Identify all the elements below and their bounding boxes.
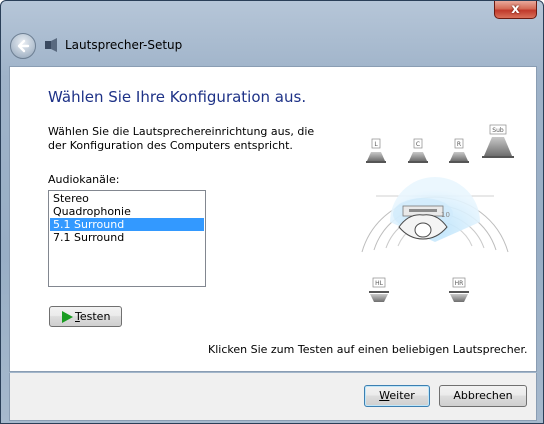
- speaker-label-left: L: [374, 141, 378, 148]
- back-arrow-icon: [17, 39, 30, 53]
- speaker-center[interactable]: C: [408, 138, 428, 163]
- speaker-layout-diagram: L C R Sub 10 HL HR: [361, 124, 514, 302]
- audio-channels-listbox[interactable]: Stereo Quadrophonie 5.1 Surround 7.1 Sur…: [48, 190, 206, 287]
- cancel-button[interactable]: Abbrechen: [439, 385, 527, 407]
- speaker-label-rear-left: HL: [375, 280, 384, 287]
- close-icon: x: [511, 2, 520, 17]
- speaker-label-rear-right: HR: [455, 280, 464, 287]
- speaker-label-subwoofer: Sub: [492, 127, 504, 134]
- content-panel: Wählen Sie Ihre Konfiguration aus. Wähle…: [9, 66, 537, 372]
- speaker-subwoofer[interactable]: Sub: [482, 124, 514, 158]
- list-item-quadrophonie[interactable]: Quadrophonie: [50, 205, 204, 218]
- list-item-stereo[interactable]: Stereo: [50, 192, 204, 205]
- dialog-window: x Lautsprecher-Setup Wählen Sie Ihre Kon…: [0, 0, 544, 424]
- window-title: Lautsprecher-Setup: [65, 38, 183, 52]
- speaker-app-icon: [45, 38, 57, 52]
- speaker-rear-right[interactable]: HR: [449, 277, 469, 302]
- list-item-7-1-surround[interactable]: 7.1 Surround: [50, 231, 204, 244]
- next-button[interactable]: Weiter: [364, 385, 430, 407]
- audio-channels-label: Audiokanäle:: [48, 173, 120, 186]
- close-button[interactable]: x: [494, 1, 537, 19]
- speaker-label-center: C: [416, 141, 420, 148]
- svg-text:10: 10: [441, 211, 450, 219]
- play-icon: [62, 310, 73, 323]
- test-hint: Klicken Sie zum Testen auf einen beliebi…: [208, 343, 528, 356]
- back-button[interactable]: [10, 33, 36, 59]
- list-item-5-1-surround[interactable]: 5.1 Surround: [50, 218, 204, 231]
- speaker-label-right: R: [457, 141, 461, 148]
- speaker-front-right[interactable]: R: [449, 138, 469, 163]
- description-line-1: Wählen Sie die Lautsprechereinrichtung a…: [48, 125, 315, 138]
- description-line-2: der Konfiguration des Computers entspric…: [48, 139, 293, 152]
- button-bar: Weiter Abbrechen: [9, 373, 537, 421]
- test-button-label: Testen: [75, 310, 111, 323]
- test-button[interactable]: Testen: [49, 306, 122, 327]
- page-heading: Wählen Sie Ihre Konfiguration aus.: [48, 88, 307, 106]
- speaker-front-left[interactable]: L: [366, 138, 386, 163]
- speaker-rear-left[interactable]: HL: [369, 277, 389, 302]
